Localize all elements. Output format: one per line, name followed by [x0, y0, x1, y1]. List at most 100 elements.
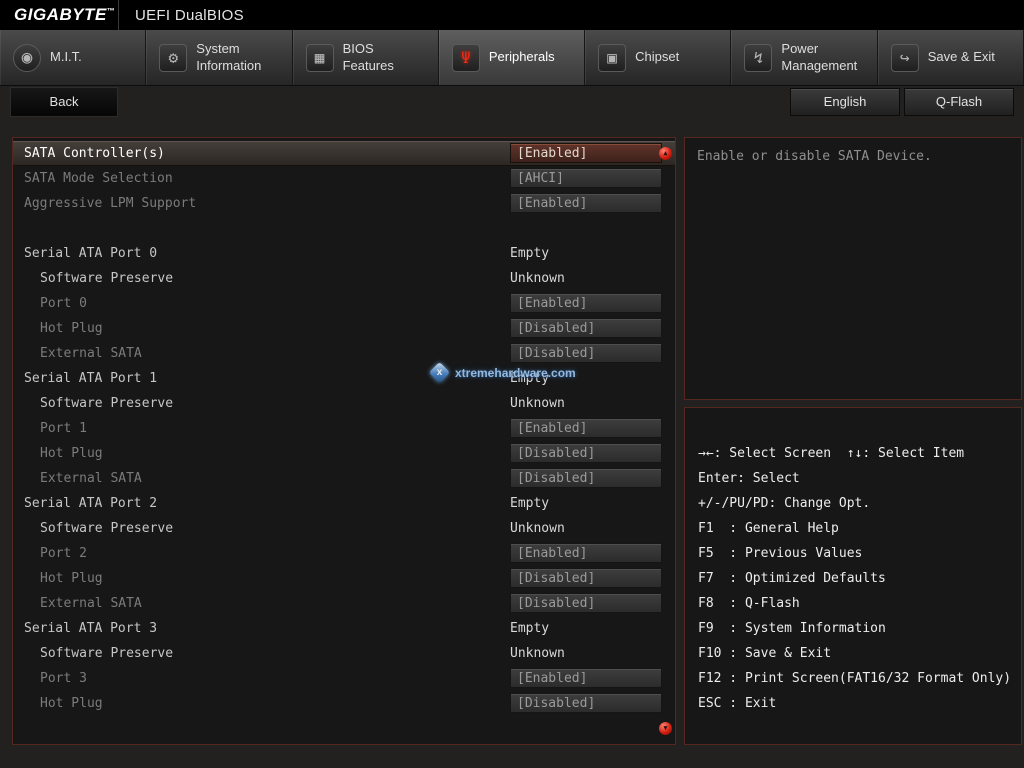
setting-value: Empty	[510, 491, 549, 516]
setting-row[interactable]: Serial ATA Port 0Empty	[13, 241, 675, 266]
language-button[interactable]: English	[790, 88, 900, 116]
save-exit-icon: ↪	[891, 44, 919, 72]
mit-icon: ◉	[13, 44, 41, 72]
setting-value: Empty	[510, 616, 549, 641]
setting-row[interactable]: Port 0 [Enabled]	[13, 291, 675, 316]
setting-label: External SATA	[40, 591, 142, 616]
setting-label: Serial ATA Port 2	[24, 491, 157, 516]
setting-row[interactable]: Hot Plug[Disabled]	[13, 691, 675, 716]
watermark-text: xtremehardware.com	[455, 366, 576, 380]
firmware-title: UEFI DualBIOS	[119, 7, 244, 24]
tab-label: Peripherals	[489, 49, 555, 65]
setting-label: Port 0	[40, 291, 87, 316]
setting-row[interactable]: Software PreserveUnknown	[13, 391, 675, 416]
setting-label: Software Preserve	[40, 641, 173, 666]
setting-value[interactable]: [Disabled]	[510, 443, 662, 463]
setting-label: SATA Mode Selection	[24, 166, 173, 191]
scroll-down-arrow[interactable]: ▼	[659, 722, 672, 735]
setting-value[interactable]: [Disabled]	[510, 568, 662, 588]
tab-peripherals[interactable]: Ψ Peripherals	[439, 30, 585, 85]
power-management-icon: ↯	[744, 44, 772, 72]
tab-label: Save & Exit	[928, 49, 995, 65]
watermark: x xtremehardware.com	[432, 365, 576, 380]
tab-power-management[interactable]: ↯ Power Management	[731, 30, 877, 85]
setting-row[interactable]: Software PreserveUnknown	[13, 516, 675, 541]
setting-label: Hot Plug	[40, 566, 103, 591]
setting-label: Serial ATA Port 1	[24, 366, 157, 391]
setting-value: Unknown	[510, 641, 565, 666]
setting-label: Port 2	[40, 541, 87, 566]
setting-label: External SATA	[40, 341, 142, 366]
key-hints-list: →←: Select Screen ↑↓: Select ItemEnter: …	[685, 441, 1021, 716]
setting-row[interactable]: Hot Plug [Disabled]	[13, 316, 675, 341]
setting-row[interactable]: External SATA [Disabled]	[13, 591, 675, 616]
tab-bios-features[interactable]: ▦BIOS Features	[293, 30, 439, 85]
tab-chipset[interactable]: ▣Chipset	[585, 30, 731, 85]
setting-label: Aggressive LPM Support	[24, 191, 196, 216]
setting-row[interactable]: Serial ATA Port 3Empty	[13, 616, 675, 641]
setting-label: External SATA	[40, 466, 142, 491]
setting-value: Unknown	[510, 391, 565, 416]
setting-value: Unknown	[510, 516, 565, 541]
setting-value[interactable]: [Disabled]	[510, 693, 662, 713]
peripherals-icon: Ψ	[452, 44, 480, 72]
settings-list: SATA Controller(s)[Enabled]SATA Mode Sel…	[13, 141, 675, 716]
bios-screen: GIGABYTE™ UEFI DualBIOS ◉M.I.T. ⚙ System I…	[0, 0, 1024, 768]
setting-value[interactable]: [Disabled]	[510, 343, 662, 363]
tab-label: Chipset	[635, 49, 679, 65]
setting-value[interactable]: [Enabled]	[510, 193, 662, 213]
tab-bar: ◉M.I.T. ⚙ System Information ▦BIOS Features…	[0, 30, 1024, 86]
setting-row[interactable]: Aggressive LPM Support [Enabled]	[13, 191, 675, 216]
setting-row[interactable]: External SATA [Disabled]	[13, 341, 675, 366]
scroll-up-arrow[interactable]: ▲	[659, 147, 672, 160]
setting-value[interactable]: [Enabled]	[510, 668, 662, 688]
help-text: Enable or disable SATA Device.	[697, 148, 1009, 167]
setting-row[interactable]: Port 2 [Enabled]	[13, 541, 675, 566]
help-panel: Enable or disable SATA Device.	[684, 137, 1022, 400]
tab-mit[interactable]: ◉M.I.T.	[0, 30, 146, 85]
trademark-symbol: ™	[107, 6, 116, 15]
setting-row[interactable]: Port 1 [Enabled]	[13, 416, 675, 441]
tab-system-information[interactable]: ⚙ System Information	[146, 30, 292, 85]
setting-value[interactable]: [AHCI]	[510, 168, 662, 188]
setting-label: Port 1	[40, 416, 87, 441]
setting-row[interactable]: Software Preserve Unknown	[13, 641, 675, 666]
setting-row[interactable]: SATA Controller(s) [Enabled]	[13, 141, 675, 166]
tab-save-exit[interactable]: ↪ Save & Exit	[878, 30, 1024, 85]
gigabyte-logo: GIGABYTE™	[0, 5, 118, 25]
setting-value[interactable]: [Enabled]	[510, 293, 662, 313]
setting-value[interactable]: [Disabled]	[510, 468, 662, 488]
setting-label: Hot Plug	[40, 441, 103, 466]
setting-value[interactable]: [Disabled]	[510, 593, 662, 613]
key-hint: F10 : Save & Exit	[685, 641, 1021, 666]
key-hint: F5 : Previous Values	[685, 541, 1021, 566]
setting-row[interactable]: Port 3 [Enabled]	[13, 666, 675, 691]
key-hints-panel: →←: Select Screen ↑↓: Select ItemEnter: …	[684, 407, 1022, 745]
setting-value[interactable]: [Enabled]	[510, 543, 662, 563]
setting-row[interactable]: Hot Plug [Disabled]	[13, 566, 675, 591]
tab-label: System Information	[196, 41, 278, 74]
qflash-button[interactable]: Q-Flash	[904, 88, 1014, 116]
setting-value[interactable]: [Enabled]	[510, 418, 662, 438]
setting-value[interactable]: [Enabled]	[510, 143, 662, 163]
setting-label: SATA Controller(s)	[24, 141, 165, 166]
key-hint: F12 : Print Screen(FAT16/32 Format Only)	[685, 666, 1021, 691]
key-hint: F9 : System Information	[685, 616, 1021, 641]
system-information-icon: ⚙	[159, 44, 187, 72]
key-hint: F7 : Optimized Defaults	[685, 566, 1021, 591]
watermark-logo-icon: x	[429, 362, 450, 383]
setting-value[interactable]: [Disabled]	[510, 318, 662, 338]
toolbar: Back English Q-Flash	[0, 87, 1024, 119]
setting-label: Port 3	[40, 666, 87, 691]
settings-panel: SATA Controller(s)[Enabled]SATA Mode Sel…	[12, 137, 676, 745]
setting-row[interactable]: External SATA [Disabled]	[13, 466, 675, 491]
tab-label: Power Management	[781, 41, 863, 74]
back-button[interactable]: Back	[10, 87, 118, 117]
setting-row[interactable]: Hot Plug [Disabled]	[13, 441, 675, 466]
setting-row[interactable]: SATA Mode Selection [AHCI]	[13, 166, 675, 191]
spacer-row	[13, 216, 675, 241]
setting-row[interactable]: Software PreserveUnknown	[13, 266, 675, 291]
setting-label: Hot Plug	[40, 316, 103, 341]
setting-label: Serial ATA Port 0	[24, 241, 157, 266]
setting-row[interactable]: Serial ATA Port 2 Empty	[13, 491, 675, 516]
